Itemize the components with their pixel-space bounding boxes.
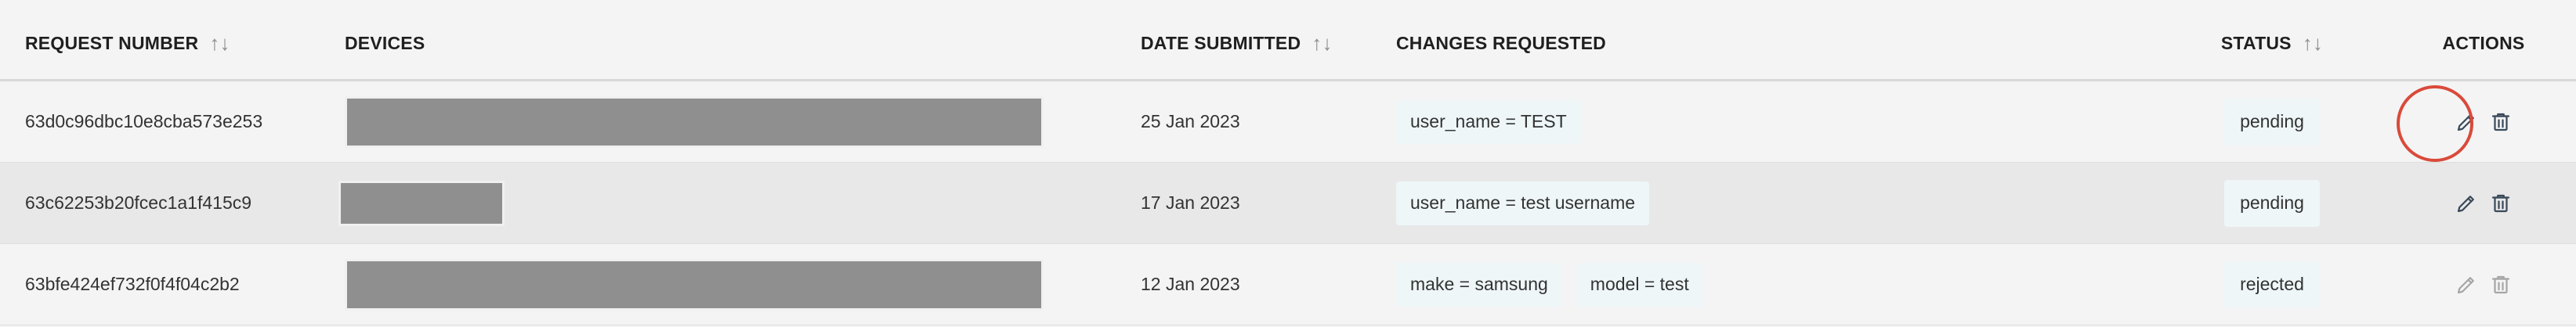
- actions-cell: [2397, 163, 2570, 243]
- date-submitted: 25 Jan 2023: [1141, 111, 1240, 131]
- status-cell: pending: [2194, 163, 2350, 243]
- request-number: 63bfe424ef732f0f4f04c2b2: [25, 274, 240, 294]
- change-chip: user_name = test username: [1396, 181, 1650, 225]
- change-chip: model = test: [1576, 262, 1703, 307]
- redacted-device: [345, 95, 1044, 148]
- delete-button[interactable]: [2487, 108, 2515, 136]
- delete-button[interactable]: [2487, 189, 2515, 217]
- edit-button[interactable]: [2452, 108, 2480, 136]
- redacted-device: [338, 180, 505, 226]
- trash-icon: [2491, 194, 2510, 212]
- requests-table: REQUEST NUMBER ↑↓ DEVICES DATE SUBMITTED…: [0, 0, 2576, 327]
- changes-cell: user_name = test username: [1396, 163, 2101, 243]
- status-badge: pending: [2224, 98, 2320, 146]
- header-divider: [0, 0, 2576, 81]
- pencil-icon: [2457, 276, 2474, 293]
- date-submitted: 12 Jan 2023: [1141, 274, 1240, 294]
- trash-icon: [2491, 113, 2510, 131]
- changes-cell: user_name = TEST: [1396, 81, 2101, 162]
- table-row: 63d0c96dbc10e8cba573e253 25 Jan 2023 use…: [0, 81, 2576, 163]
- status-cell: rejected: [2194, 244, 2350, 325]
- actions-cell: [2397, 81, 2570, 162]
- status-badge: rejected: [2224, 261, 2320, 308]
- request-number: 63d0c96dbc10e8cba573e253: [25, 111, 263, 131]
- actions-cell: [2397, 244, 2570, 325]
- trash-icon: [2491, 275, 2510, 293]
- status-badge: pending: [2224, 179, 2320, 227]
- status-cell: pending: [2194, 81, 2350, 162]
- redacted-device: [345, 258, 1044, 311]
- delete-button-disabled: [2487, 271, 2515, 299]
- edit-button-disabled: [2452, 271, 2480, 299]
- changes-cell: make = samsung model = test: [1396, 244, 2101, 325]
- devices-cell: [345, 244, 1050, 325]
- devices-cell: [338, 163, 1050, 243]
- devices-cell: [345, 81, 1050, 162]
- pencil-icon: [2457, 113, 2474, 131]
- change-chip: user_name = TEST: [1396, 99, 1581, 144]
- table-row: 63bfe424ef732f0f4f04c2b2 12 Jan 2023 mak…: [0, 244, 2576, 325]
- request-number: 63c62253b20fcec1a1f415c9: [25, 192, 252, 213]
- edit-button[interactable]: [2452, 189, 2480, 217]
- table-row: 63c62253b20fcec1a1f415c9 17 Jan 2023 use…: [0, 163, 2576, 244]
- date-submitted: 17 Jan 2023: [1141, 192, 1240, 213]
- pencil-icon: [2457, 195, 2474, 212]
- change-chip: make = samsung: [1396, 262, 1562, 307]
